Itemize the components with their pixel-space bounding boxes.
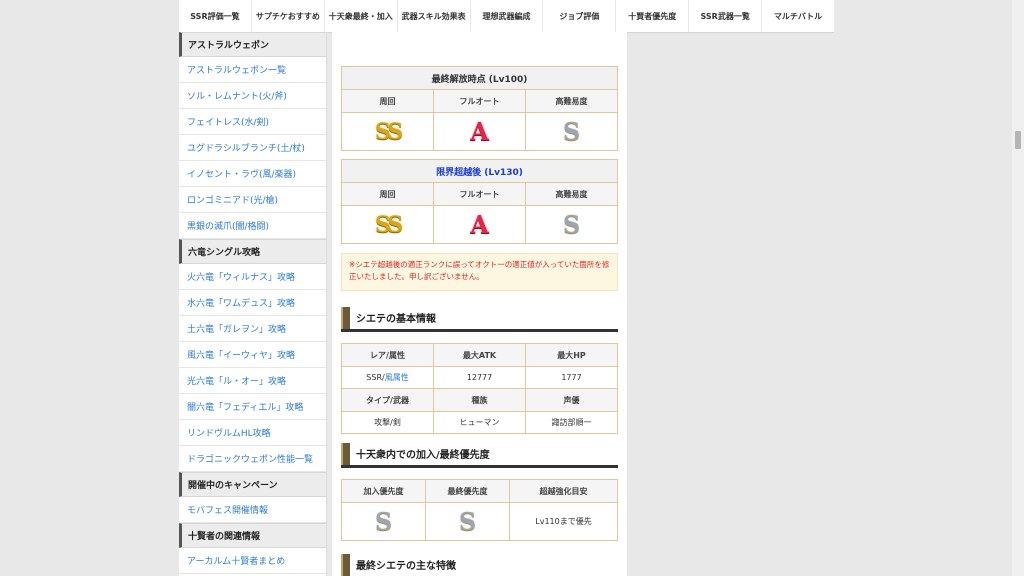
basic-info-table: レア/属性 SSR/風属性 最大ATK 12777 最大HP 1777 タイプ/…	[341, 343, 618, 434]
section-heading-basic-info: シエテの基本情報	[341, 306, 618, 332]
rank-s-icon: S	[458, 507, 477, 536]
rank-a-icon: A	[470, 117, 489, 146]
nav-sages[interactable]: 十賢者優先度	[616, 0, 690, 32]
rank-s-icon: S	[562, 210, 581, 239]
sidebar-link[interactable]: リンドヴルムHL攻略	[179, 420, 326, 446]
element-link[interactable]: 風属性	[385, 372, 409, 383]
type-weapon-value: 攻撃/剣	[374, 418, 401, 427]
rank-ss-icon: SS	[374, 211, 403, 238]
max-atk-value: 12777	[434, 367, 525, 389]
sidebar-link[interactable]: 土六竜「ガレヲン」攻略	[179, 316, 326, 342]
sidebar-heading-sages: 十賢者の関連情報	[179, 523, 326, 548]
sidebar-heading-astral: アストラルウェポン	[179, 32, 326, 57]
section-heading-features: 最終シエテの主な特徴	[341, 553, 618, 576]
nav-supticket[interactable]: サプチケおすすめ	[252, 0, 325, 32]
limit-break-target-value: Lv110まで優先	[535, 517, 592, 526]
section-heading-text: 十天衆内での加入/最終優先度	[356, 450, 490, 461]
column-header: 最終優先度	[426, 480, 509, 503]
race-value: ヒューマン	[459, 418, 500, 427]
sidebar-link[interactable]: イノセント・ラヴ(風/楽器)	[179, 161, 326, 187]
sidebar-link[interactable]: ソル・レムナント(火/斧)	[179, 83, 326, 109]
column-header: 声優	[526, 389, 617, 412]
column-header: フルオート	[434, 90, 525, 113]
rank-s-icon: S	[374, 507, 393, 536]
sidebar-link[interactable]: ドラゴニックウェポン性能一覧	[179, 446, 326, 472]
column-header: 加入優先度	[342, 480, 425, 503]
final-release-title: 最終解放時点 (Lv100)	[342, 67, 617, 90]
page-scrollbar[interactable]	[1012, 0, 1024, 576]
heading-bar-icon	[341, 306, 350, 329]
sidebar-link[interactable]: ロンゴミニアド(光/槍)	[179, 187, 326, 213]
sidebar-link[interactable]: 風六竜「イーウィヤ」攻略	[179, 342, 326, 368]
nav-multi[interactable]: マルチバトル	[762, 0, 834, 32]
nav-job[interactable]: ジョブ評価	[543, 0, 617, 32]
column-header: 周回	[342, 183, 433, 206]
sidebar-heading-six-dragons: 六竜シングル攻略	[179, 239, 326, 264]
rarity-value: SSR/	[366, 373, 385, 382]
column-header: 最大ATK	[434, 344, 525, 367]
section-heading-priority: 十天衆内での加入/最終優先度	[341, 442, 618, 468]
nav-ssr-weapons[interactable]: SSR武器一覧	[689, 0, 763, 32]
correction-notice: ※シエテ超越後の適正ランクに誤ってオクトーの適正値が入っていた箇所を修正いたしま…	[341, 253, 618, 291]
column-header: レア/属性	[342, 344, 433, 367]
sidebar-link[interactable]: アーカルム十賢者まとめ	[179, 548, 326, 574]
rarity-element-value: SSR/風属性	[342, 367, 433, 389]
column-header: 種族	[434, 389, 525, 412]
sidebar: アストラルウェポン アストラルウェポン一覧 ソル・レムナント(火/斧) フェイト…	[179, 32, 327, 576]
rank-a-icon: A	[470, 210, 489, 239]
sidebar-link[interactable]: 闇六竜「フェディエル」攻略	[179, 394, 326, 420]
sidebar-link[interactable]: フェイトレス(水/剣)	[179, 109, 326, 135]
sidebar-link[interactable]: 黒銀の滅爪(闇/格闘)	[179, 213, 326, 239]
max-hp-value: 1777	[526, 367, 617, 389]
final-release-rating-table: 最終解放時点 (Lv100) 周回 SS フルオート A 高難易度 S	[341, 66, 618, 151]
scrollbar-thumb[interactable]	[1015, 131, 1021, 149]
sidebar-link[interactable]: 光六竜「ル・オー」攻略	[179, 368, 326, 394]
rank-s-icon: S	[562, 117, 581, 146]
sidebar-heading-campaign: 開催中のキャンペーン	[179, 472, 326, 497]
nav-ideal-grid[interactable]: 理想武器編成	[471, 0, 544, 32]
main-content: 最終解放時点 (Lv100) 周回 SS フルオート A 高難易度 S 限界超越…	[332, 32, 627, 576]
section-heading-text: シエテの基本情報	[356, 314, 436, 325]
sidebar-link[interactable]: モバフェス開催情報	[179, 497, 326, 523]
column-header: フルオート	[434, 183, 525, 206]
column-header: タイプ/武器	[342, 389, 433, 412]
heading-bar-icon	[341, 553, 350, 576]
voice-actor-value: 諏訪部順一	[551, 418, 592, 427]
top-navigation: SSR評価一覧 サプチケおすすめ 十天衆最終・加入 武器スキル効果表 理想武器編…	[179, 0, 834, 33]
heading-bar-icon	[341, 442, 350, 465]
priority-table: 加入優先度 S 最終優先度 S 超越強化目安 Lv110まで優先	[341, 479, 618, 541]
column-header: 超越強化目安	[510, 480, 617, 503]
column-header: 高難易度	[526, 90, 617, 113]
column-header: 最大HP	[526, 344, 617, 367]
sidebar-link[interactable]: 火六竜「ウィルナス」攻略	[179, 264, 326, 290]
sidebar-link[interactable]: アストラルウェポン一覧	[179, 57, 326, 83]
limit-break-rating-table: 限界超越後 (Lv130) 周回 SS フルオート A 高難易度 S	[341, 159, 618, 244]
column-header: 周回	[342, 90, 433, 113]
rank-ss-icon: SS	[374, 118, 403, 145]
limit-break-title[interactable]: 限界超越後 (Lv130)	[342, 160, 617, 183]
sidebar-link[interactable]: 水六竜「ワムデュス」攻略	[179, 290, 326, 316]
nav-ssr-rating[interactable]: SSR評価一覧	[179, 0, 252, 32]
section-heading-text: 最終シエテの主な特徴	[356, 561, 456, 572]
sidebar-link[interactable]: ユグドラシルブランチ(土/杖)	[179, 135, 326, 161]
column-header: 高難易度	[526, 183, 617, 206]
nav-weapon-skill[interactable]: 武器スキル効果表	[398, 0, 471, 32]
nav-ten-final[interactable]: 十天衆最終・加入	[325, 0, 398, 32]
